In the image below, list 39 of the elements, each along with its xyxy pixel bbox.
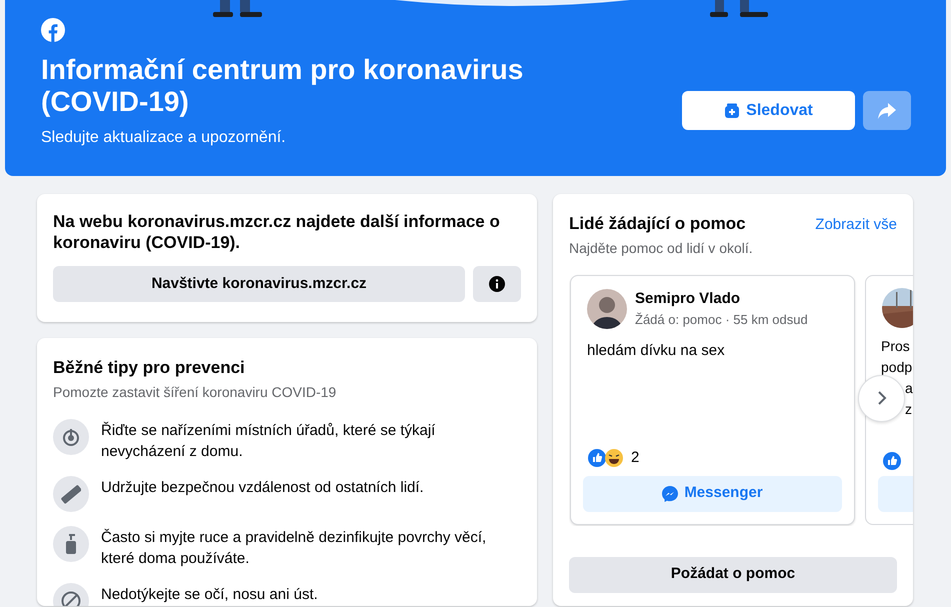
target-icon	[62, 428, 80, 446]
reaction-count: 2	[631, 448, 640, 468]
page-title: Informační centrum pro koronavirus (COVID-19)	[41, 54, 524, 118]
messenger-button[interactable]: Messenger	[583, 476, 842, 512]
info-text: Na webu koronavirus.mzcr.cz najdete další informace o koronaviru (COVID-19).	[53, 211, 501, 253]
tips-title: Běžné tipy pro prevenci	[53, 357, 246, 379]
share-arrow-icon	[878, 102, 896, 118]
tips-subtitle: Pomozte zastavit šíření koronaviru COVID-19	[53, 382, 338, 402]
request-meta: Žádá o: pomoc · 55 km odsud	[635, 311, 808, 329]
chevron-right-icon	[876, 390, 886, 406]
tip-text: Nedotýkejte se očí, nosu ani úst.	[101, 584, 319, 604]
info-icon	[489, 276, 505, 292]
share-button[interactable]	[863, 91, 911, 130]
request-text: podp	[880, 358, 913, 377]
plus-icon	[724, 102, 740, 118]
tip-text: Často si myjte ruce a pravidelně dezinfikujte povrchy věcí, které doma používáte.	[101, 528, 488, 568]
like-reaction-icon	[588, 449, 606, 468]
avatar-icon	[587, 288, 627, 328]
tip-text: Řiďte se nařízeními místních úřadů, které se týkají nevycházení z domu.	[101, 420, 436, 462]
like-reaction-icon	[883, 452, 901, 470]
facebook-logo-icon	[41, 18, 65, 42]
follow-button[interactable]: Sledovat	[682, 91, 855, 130]
request-text: z	[904, 400, 913, 418]
info-button[interactable]	[473, 266, 521, 302]
help-subtitle: Najděte pomoc od lidí v okolí.	[569, 238, 754, 258]
help-title: Lidé žádající o pomoc	[569, 213, 746, 235]
visit-website-button[interactable]: Navštivte koronavirus.mzcr.cz	[53, 266, 465, 302]
see-all-link[interactable]: Zobrazit vše	[815, 214, 897, 236]
request-text: Pros	[880, 336, 911, 356]
requester-name: Semipro Vlado	[635, 288, 742, 308]
request-text: hledám dívku na sex	[586, 340, 726, 360]
prohibited-icon	[61, 590, 81, 606]
request-text: a	[904, 378, 913, 398]
request-help-button[interactable]: Požádat o pomoc	[569, 556, 897, 592]
tip-text: Udržujte bezpečnou vzdálenost od ostatních lidí.	[101, 478, 425, 498]
laughing-reaction-icon	[605, 449, 623, 468]
soap-bottle-icon	[65, 534, 77, 554]
messenger-icon	[662, 486, 678, 502]
page-subtitle: Sledujte aktualizace a upozornění.	[41, 128, 287, 148]
